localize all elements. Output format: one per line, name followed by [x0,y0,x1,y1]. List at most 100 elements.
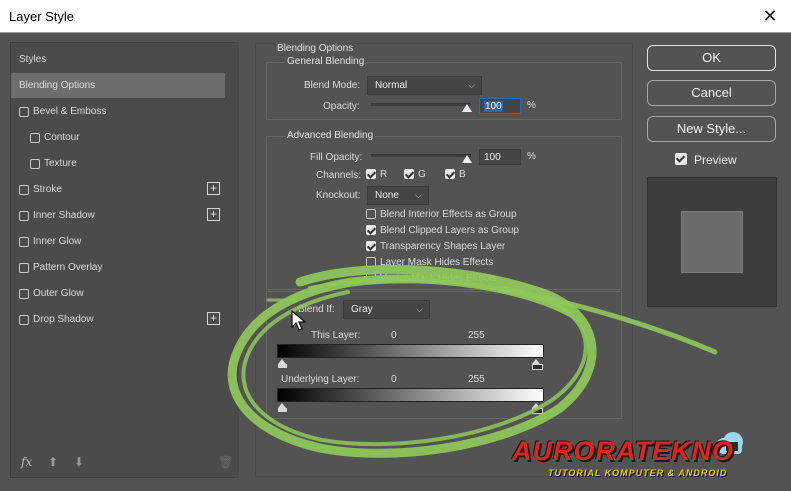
style-item-outer-glow[interactable]: Outer Glow [11,281,225,306]
style-item-label: Inner Glow [33,236,82,247]
styles-panel-footer: fx ⬆ ⬇ 🗑 [11,447,237,477]
checkbox-icon [445,169,455,179]
channel-checkbox-r[interactable]: R [366,169,390,181]
style-checkbox[interactable] [19,185,29,195]
option-blend-interior-effects-as-group[interactable]: Blend Interior Effects as Group [366,209,536,221]
underlying-layer-black-stop[interactable] [278,403,287,412]
this-layer-label: This Layer: [311,330,361,341]
style-checkbox[interactable] [19,237,29,247]
title-bar: Layer Style ✕ [0,0,791,33]
style-checkbox[interactable] [30,133,40,143]
knockout-value: None [375,190,399,201]
style-item-label: Contour [44,132,80,143]
opacity-slider-track[interactable] [371,103,471,106]
fill-opacity-value: 100 [484,152,501,163]
channel-checkbox-g[interactable]: G [404,169,428,181]
blend-mode-select[interactable]: Normal ⌵ [367,76,482,95]
fill-opacity-input[interactable]: 100 [479,149,521,165]
checkbox-icon [366,257,376,267]
option-vector-mask-hides-effects[interactable]: Vector Mask Hides Effects [366,273,536,285]
this-layer-min: 0 [391,330,397,341]
watermark-subtitle: TUTORIAL KOMPUTER & ANDROID [548,468,728,478]
close-icon[interactable]: ✕ [761,6,779,26]
style-item-label: Stroke [33,184,62,195]
ok-button[interactable]: OK [647,45,776,71]
style-item-contour[interactable]: Contour [11,125,225,150]
styles-scrollbar[interactable] [234,42,239,478]
style-checkbox[interactable] [19,263,29,273]
option-label: Transparency Shapes Layer [380,241,506,252]
chevron-down-icon: ⌵ [468,80,475,90]
this-layer-gradient [277,344,544,358]
channel-checkbox-b[interactable]: B [445,169,469,181]
style-preview [647,177,777,307]
option-label: Vector Mask Hides Effects [380,273,497,284]
style-checkbox[interactable] [19,289,29,299]
preview-checkbox[interactable] [675,153,688,166]
underlying-layer-min: 0 [391,374,397,385]
style-item-label: Texture [44,158,77,169]
option-layer-mask-hides-effects[interactable]: Layer Mask Hides Effects [366,257,536,269]
add-effect-icon[interactable]: + [207,208,220,221]
new-style-button[interactable]: New Style... [647,116,776,142]
style-item-blending-options[interactable]: Blending Options [11,73,225,98]
blend-mode-value: Normal [375,80,408,91]
blend-if-select[interactable]: Gray ⌵ [343,300,430,319]
style-item-label: Pattern Overlay [33,262,103,273]
channel-label: B [459,169,466,180]
style-checkbox[interactable] [19,211,29,221]
option-blend-clipped-layers-as-group[interactable]: Blend Clipped Layers as Group [366,225,536,237]
style-item-inner-shadow[interactable]: Inner Shadow + [11,203,225,228]
style-item-label: Bevel & Emboss [33,106,107,117]
style-item-label: Outer Glow [33,288,84,299]
checkbox-icon [366,273,376,283]
blend-if-value: Gray [351,304,373,315]
style-checkbox[interactable] [19,315,29,325]
style-item-styles[interactable]: Styles [11,47,225,72]
style-item-label: Blending Options [19,80,96,91]
move-up-icon[interactable]: ⬆ [48,455,58,469]
move-down-icon[interactable]: ⬇ [74,455,84,469]
add-effect-icon[interactable]: + [207,312,220,325]
knockout-select[interactable]: None ⌵ [367,186,429,205]
style-item-drop-shadow[interactable]: Drop Shadow + [11,307,225,332]
trash-icon[interactable]: 🗑 [218,455,233,469]
opacity-input[interactable]: 100 [479,98,521,114]
chevron-down-icon: ⌵ [415,190,422,200]
preview-swatch [681,211,743,273]
channel-label: R [380,169,388,180]
underlying-layer-label: Underlying Layer: [281,374,360,385]
underlying-layer-max: 255 [468,374,485,385]
style-item-stroke[interactable]: Stroke + [11,177,225,202]
checkbox-icon [366,169,376,179]
option-transparency-shapes-layer[interactable]: Transparency Shapes Layer [366,241,536,253]
cancel-button[interactable]: Cancel [647,80,776,106]
style-checkbox[interactable] [19,107,29,117]
checkbox-checked-icon [675,153,687,165]
fill-opacity-slider-track[interactable] [371,154,471,157]
channels-label: Channels: [316,170,362,181]
style-item-texture[interactable]: Texture [11,151,225,176]
blending-options-title: Blending Options [275,43,356,54]
style-item-inner-glow[interactable]: Inner Glow [11,229,225,254]
style-item-bevel-emboss[interactable]: Bevel & Emboss [11,99,225,124]
this-layer-black-stop[interactable] [278,359,287,368]
this-layer-max: 255 [468,330,485,341]
watermark: AURORATEKNO TUTORIAL KOMPUTER & ANDROID [508,432,748,488]
opacity-label: Opacity: [323,101,360,112]
style-item-pattern-overlay[interactable]: Pattern Overlay [11,255,225,280]
opacity-unit: % [527,100,536,111]
preview-label: Preview [694,153,737,167]
style-item-label: Styles [19,54,47,65]
opacity-slider-thumb[interactable] [462,104,472,112]
channel-label: G [418,169,426,180]
style-item-label: Drop Shadow [33,314,94,325]
this-layer-white-stop[interactable] [532,359,543,370]
checkbox-icon [366,241,376,251]
fx-icon[interactable]: fx [21,455,32,469]
style-checkbox[interactable] [30,159,40,169]
underlying-layer-white-stop[interactable] [532,403,543,414]
underlying-layer-gradient [277,388,544,402]
fill-opacity-slider-thumb[interactable] [462,155,472,163]
add-effect-icon[interactable]: + [207,182,220,195]
